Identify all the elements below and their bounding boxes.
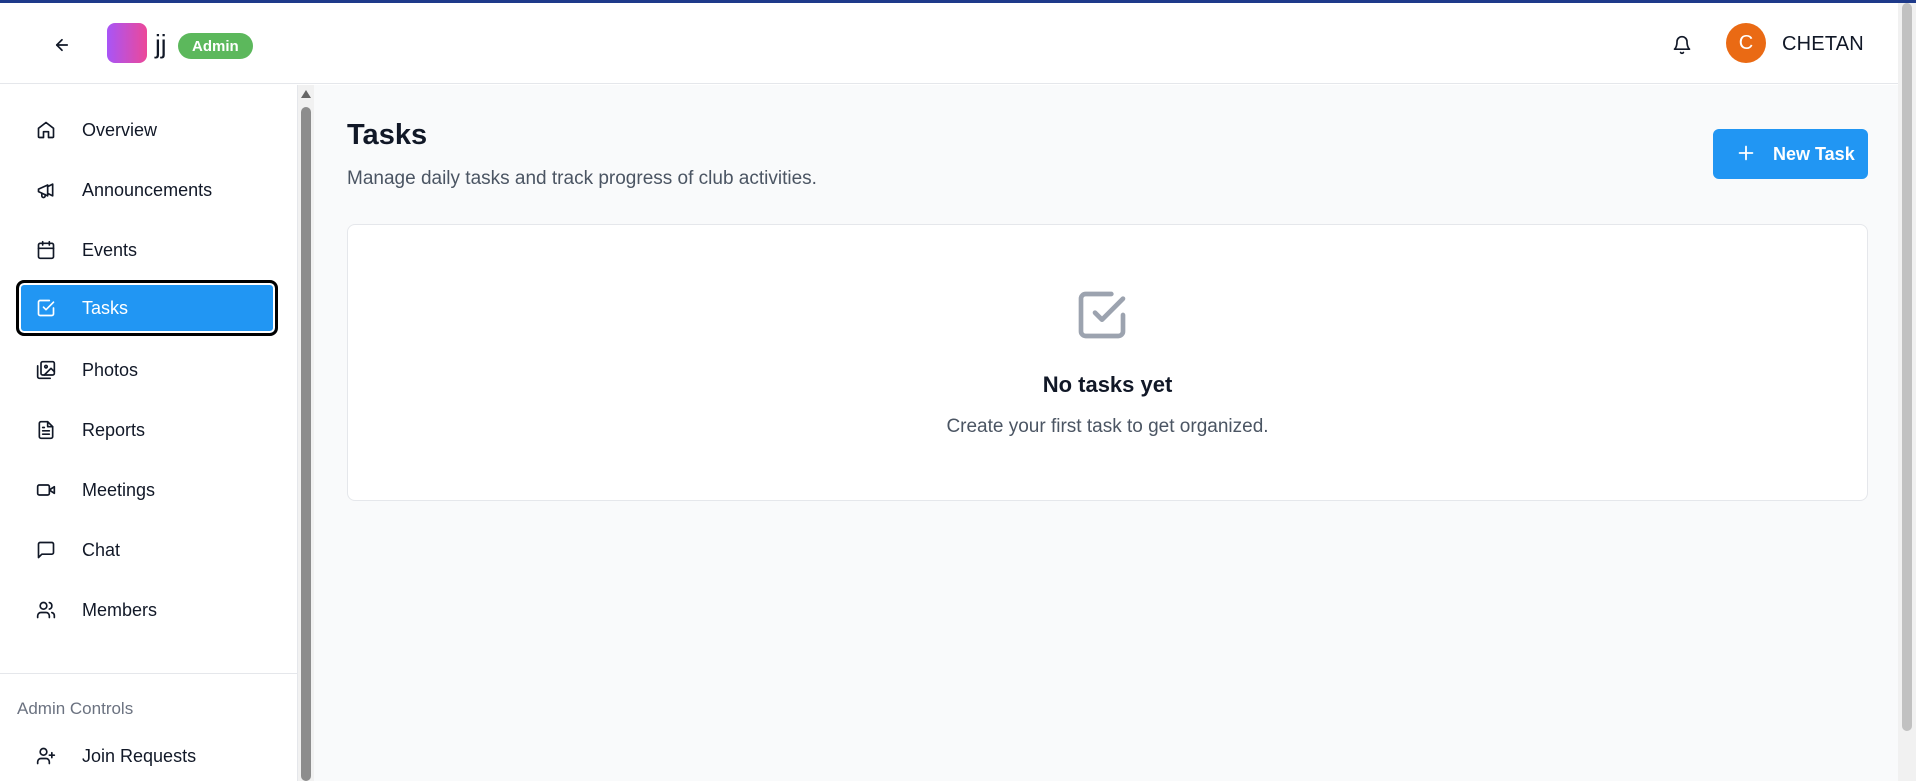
app-root: jj Admin C CHETAN Overview Announcements… <box>0 0 1916 781</box>
scroll-up-arrow-icon[interactable] <box>301 90 311 98</box>
check-square-icon <box>37 299 55 317</box>
sidebar-item-join-requests[interactable]: Join Requests <box>16 731 278 781</box>
admin-controls-heading: Admin Controls <box>17 699 134 718</box>
sidebar-item-label: Overview <box>82 119 158 140</box>
sidebar-item-label: Chat <box>82 539 121 560</box>
new-task-button-label: New Task <box>1773 144 1855 164</box>
sidebar-item-label: Announcements <box>82 179 213 200</box>
sidebar-item-events[interactable]: Events <box>16 225 278 275</box>
sidebar-item-tasks[interactable]: Tasks <box>16 280 278 336</box>
page-subtitle: Manage daily tasks and track progress of… <box>347 168 817 189</box>
notifications-button[interactable] <box>1668 31 1696 59</box>
sidebar-item-label: Members <box>82 599 158 620</box>
empty-state-card: No tasks yet Create your first task to g… <box>347 224 1868 501</box>
page-scrollbar[interactable] <box>1898 3 1916 781</box>
sidebar-scrollbar[interactable] <box>298 85 314 781</box>
bell-icon <box>1673 35 1691 55</box>
sidebar-item-chat[interactable]: Chat <box>16 525 278 575</box>
main-content: Tasks Manage daily tasks and track progr… <box>314 85 1898 781</box>
plus-icon <box>1738 145 1754 161</box>
sidebar: Overview Announcements Events Tasks Phot… <box>0 85 298 781</box>
megaphone-icon <box>37 183 54 199</box>
sidebar-item-label: Photos <box>82 359 139 380</box>
file-text-icon <box>38 420 54 440</box>
message-square-icon <box>37 541 55 559</box>
club-name: jj <box>155 29 167 59</box>
arrow-left-icon <box>55 38 69 52</box>
sidebar-scrollbar-thumb[interactable] <box>301 107 311 781</box>
empty-state-description: Create your first task to get organized. <box>946 416 1269 437</box>
sidebar-item-meetings[interactable]: Meetings <box>16 465 278 515</box>
sidebar-item-label: Tasks <box>82 297 129 318</box>
user-avatar[interactable]: C <box>1726 23 1766 63</box>
sidebar-item-overview[interactable]: Overview <box>16 105 278 155</box>
empty-state-title: No tasks yet <box>1042 372 1173 397</box>
user-plus-icon <box>36 747 56 765</box>
sidebar-item-label: Meetings <box>82 479 156 500</box>
sidebar-item-label: Events <box>82 239 138 260</box>
club-logo <box>107 23 147 63</box>
sidebar-item-photos[interactable]: Photos <box>16 345 278 395</box>
sidebar-divider <box>0 673 298 674</box>
role-badge: Admin <box>178 33 253 59</box>
page-scrollbar-thumb[interactable] <box>1902 3 1912 731</box>
header: jj Admin C CHETAN <box>0 3 1898 84</box>
page-title: Tasks <box>347 119 428 151</box>
calendar-icon <box>37 240 55 260</box>
users-icon <box>36 601 56 619</box>
images-icon <box>36 360 56 380</box>
sidebar-item-label: Join Requests <box>82 745 197 766</box>
video-icon <box>36 484 56 496</box>
check-square-icon <box>1078 291 1126 339</box>
sidebar-item-label: Reports <box>82 419 146 440</box>
home-icon <box>37 121 55 139</box>
back-button[interactable] <box>46 31 78 59</box>
sidebar-item-announcements[interactable]: Announcements <box>16 165 278 215</box>
new-task-button[interactable]: New Task <box>1713 129 1868 179</box>
sidebar-item-members[interactable]: Members <box>16 585 278 635</box>
sidebar-item-reports[interactable]: Reports <box>16 405 278 455</box>
user-name[interactable]: CHETAN <box>1782 33 1864 56</box>
